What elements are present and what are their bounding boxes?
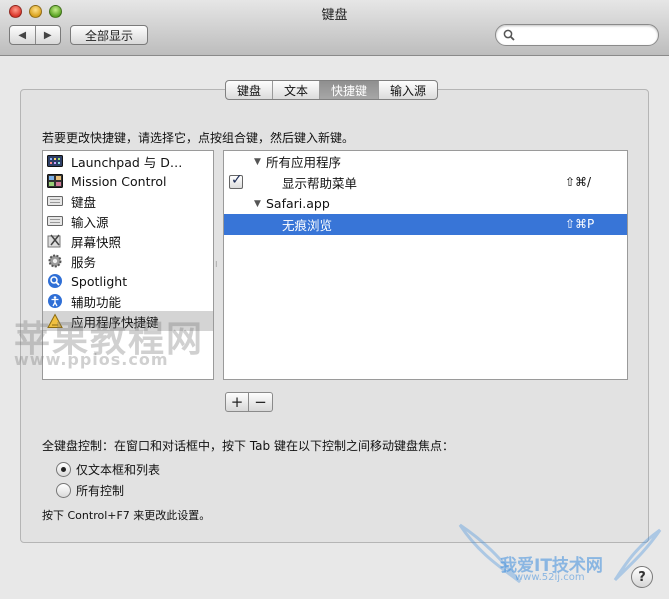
forward-button[interactable]: ▶ bbox=[34, 26, 61, 44]
tab-input-sources[interactable]: 输入源 bbox=[378, 81, 437, 99]
category-item-input-sources[interactable]: 输入源 bbox=[43, 211, 213, 231]
keyboard-icon bbox=[47, 193, 63, 209]
back-button[interactable]: ◀ bbox=[10, 26, 35, 44]
search-input[interactable] bbox=[518, 27, 652, 43]
add-shortcut-button[interactable]: + bbox=[225, 392, 249, 412]
category-label: Spotlight bbox=[71, 273, 128, 289]
category-label: Launchpad 与 D… bbox=[71, 154, 183, 170]
input-source-icon bbox=[47, 213, 63, 229]
radio-label: 所有控制 bbox=[76, 483, 125, 498]
shortcut-row-show-help-menu[interactable]: 显示帮助菜单 ⇧⌘/ bbox=[224, 172, 627, 193]
shortcut-row-private-browsing[interactable]: 无痕浏览 ⇧⌘P bbox=[224, 214, 627, 235]
shortcut-keys[interactable]: ⇧⌘/ bbox=[565, 175, 591, 189]
tab-shortcuts[interactable]: 快捷键 bbox=[319, 81, 379, 99]
tab-keyboard[interactable]: 键盘 bbox=[226, 81, 272, 99]
back-forward-control: ◀ ▶ bbox=[9, 25, 61, 45]
search-icon bbox=[503, 29, 515, 41]
back-icon: ◀ bbox=[18, 29, 27, 41]
radio-all-controls[interactable]: 所有控制 bbox=[56, 481, 124, 499]
full-keyboard-access-label: 全键盘控制：在窗口和对话框中，按下 Tab 键在以下控制之间移动键盘焦点： bbox=[42, 439, 454, 453]
instruction-text: 若要更改快捷键，请选择它，点按组合键，然后键入新键。 bbox=[42, 131, 355, 145]
search-field[interactable] bbox=[495, 24, 659, 46]
splitter-handle[interactable]: ⁝ bbox=[215, 260, 221, 269]
forward-icon: ▶ bbox=[43, 29, 52, 41]
radio-button[interactable] bbox=[56, 461, 71, 477]
shortcut-keys[interactable]: ⇧⌘P bbox=[565, 217, 594, 231]
gear-icon bbox=[47, 253, 63, 269]
category-label: 辅助功能 bbox=[71, 294, 122, 310]
category-item-spotlight[interactable]: Spotlight bbox=[43, 271, 213, 291]
category-label: Mission Control bbox=[71, 173, 167, 189]
shortcut-label: 无痕浏览 bbox=[282, 218, 333, 233]
disclosure-triangle-icon[interactable]: ▼ bbox=[254, 199, 266, 209]
category-item-mission-control[interactable]: Mission Control bbox=[43, 171, 213, 191]
launchpad-icon bbox=[47, 153, 63, 169]
category-item-services[interactable]: 服务 bbox=[43, 251, 213, 271]
category-label: 键盘 bbox=[71, 194, 97, 210]
watermark-url: www.52ij.com bbox=[515, 572, 585, 583]
mission-control-icon bbox=[47, 173, 63, 189]
radio-button[interactable] bbox=[56, 482, 71, 498]
tab-bar: 键盘 文本 快捷键 输入源 bbox=[225, 80, 439, 100]
radio-label: 仅文本框和列表 bbox=[76, 462, 161, 477]
shortcut-label: 显示帮助菜单 bbox=[282, 176, 358, 191]
accessibility-icon bbox=[47, 293, 63, 309]
screenshot-icon bbox=[47, 233, 63, 249]
category-item-screenshots[interactable]: 屏幕快照 bbox=[43, 231, 213, 251]
spotlight-icon bbox=[47, 273, 63, 289]
category-item-launchpad[interactable]: Launchpad 与 D… bbox=[43, 151, 213, 171]
group-label: 所有应用程序 bbox=[266, 155, 342, 170]
remove-shortcut-button[interactable]: − bbox=[249, 392, 273, 412]
watermark-url: www.ppios.com bbox=[14, 350, 169, 369]
group-label: Safari.app bbox=[266, 196, 330, 211]
category-label: 屏幕快照 bbox=[71, 234, 122, 250]
help-button[interactable]: ? bbox=[631, 566, 653, 588]
window-title: 键盘 bbox=[321, 8, 348, 23]
shortcut-list[interactable]: ▼ 所有应用程序 显示帮助菜单 ⇧⌘/ ▼ Safari.app 无痕浏览 ⇧⌘… bbox=[223, 150, 628, 380]
radio-text-boxes-and-lists[interactable]: 仅文本框和列表 bbox=[56, 460, 160, 478]
disclosure-triangle-icon[interactable]: ▼ bbox=[254, 157, 266, 167]
hint-text: 按下 Control+F7 来更改此设置。 bbox=[42, 509, 211, 522]
toolbar: 键盘 ◀ ▶ 全部显示 bbox=[0, 0, 669, 56]
shortcut-group-all-apps[interactable]: ▼ 所有应用程序 bbox=[224, 151, 627, 172]
category-item-keyboard[interactable]: 键盘 bbox=[43, 191, 213, 211]
category-label: 输入源 bbox=[71, 214, 109, 230]
shortcut-group-safari[interactable]: ▼ Safari.app bbox=[224, 193, 627, 214]
show-all-button[interactable]: 全部显示 bbox=[70, 25, 148, 45]
category-label: 服务 bbox=[71, 254, 97, 270]
category-item-accessibility[interactable]: 辅助功能 bbox=[43, 291, 213, 311]
tab-text[interactable]: 文本 bbox=[272, 81, 319, 99]
enable-checkbox[interactable] bbox=[229, 172, 243, 189]
